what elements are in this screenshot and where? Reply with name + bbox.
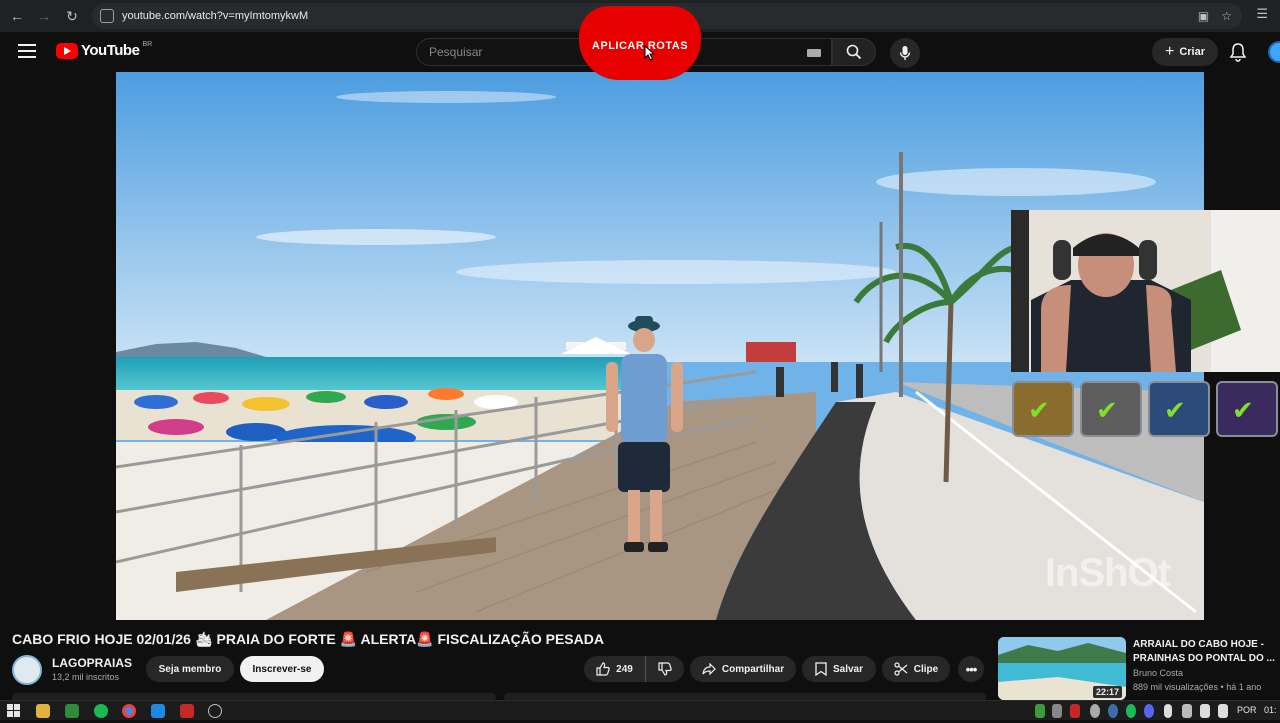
settings-gear-icon[interactable] <box>208 704 222 718</box>
windows-start-icon[interactable] <box>7 704 21 718</box>
tray-spotify-icon[interactable] <box>1126 704 1136 718</box>
media-app-icon[interactable] <box>180 704 194 718</box>
spotify-icon[interactable] <box>94 704 108 718</box>
create-label: Criar <box>1179 46 1206 58</box>
scissors-icon <box>894 662 908 676</box>
create-button[interactable]: + Criar <box>1152 38 1218 66</box>
hamburger-menu-icon[interactable] <box>18 44 36 58</box>
tray-discord-icon[interactable] <box>1144 704 1154 718</box>
streamer-figure <box>1011 210 1280 372</box>
taskbar-clock[interactable]: 01: <box>1264 705 1277 715</box>
tray-cloud-icon[interactable] <box>1090 704 1100 718</box>
like-count: 249 <box>616 663 633 675</box>
like-dislike-group: 249 <box>584 656 684 682</box>
route-thumb-4: ✔ <box>1216 381 1278 437</box>
reload-icon[interactable]: ↻ <box>58 2 86 30</box>
join-label: Seja membro <box>158 663 222 675</box>
save-label: Salvar <box>832 663 864 675</box>
search-placeholder: Pesquisar <box>429 45 483 59</box>
thumbs-down-icon <box>658 662 672 676</box>
route-thumb-1: ✔ <box>1012 381 1074 437</box>
join-button[interactable]: Seja membro <box>146 656 234 682</box>
checkmark-icon: ✔ <box>1164 395 1186 425</box>
inshot-watermark: InShOt <box>1044 551 1171 595</box>
checkmark-icon: ✔ <box>1232 395 1254 425</box>
save-playlist-icon <box>815 662 827 676</box>
subscriber-count: 13,2 mil inscritos <box>52 672 120 682</box>
plus-icon: + <box>1164 43 1175 60</box>
clip-label: Clipe <box>913 663 939 675</box>
tray-usb-icon[interactable] <box>1182 704 1192 718</box>
subscribe-button[interactable]: Inscrever-se <box>240 656 324 682</box>
up-next-title[interactable]: ARRAIAL DO CABO HOJE - PRAINHAS DO PONTA… <box>1133 638 1278 666</box>
more-dots-icon: ••• <box>965 661 978 677</box>
youtube-play-icon <box>56 42 78 59</box>
keyboard-icon[interactable] <box>807 49 821 57</box>
microphone-icon <box>899 46 911 60</box>
account-avatar[interactable] <box>1268 41 1280 63</box>
cast-icon[interactable]: ▣ <box>1198 9 1209 23</box>
channel-avatar[interactable] <box>12 655 42 685</box>
route-thumb-2: ✔ <box>1080 381 1142 437</box>
share-label: Compartilhar <box>721 663 785 675</box>
thumbs-up-icon <box>596 662 610 676</box>
overlay-thumbnails: ✔ ✔ ✔ ✔ <box>1012 381 1280 437</box>
tray-volume-icon[interactable] <box>1218 704 1228 718</box>
dislike-button[interactable] <box>646 656 684 682</box>
like-button[interactable]: 249 <box>584 656 646 682</box>
forward-icon[interactable]: → <box>30 2 58 30</box>
tray-app-icon[interactable] <box>1035 704 1045 718</box>
route-thumb-3: ✔ <box>1148 381 1210 437</box>
more-actions-button[interactable]: ••• <box>958 656 984 682</box>
save-button[interactable]: Salvar <box>802 656 876 682</box>
subscribe-label: Inscrever-se <box>252 663 312 675</box>
share-icon <box>702 663 716 675</box>
url-text: youtube.com/watch?v=myImtomykwM <box>122 10 309 22</box>
up-next-channel[interactable]: Bruno Costa <box>1133 668 1183 678</box>
search-button[interactable] <box>832 38 876 66</box>
bookmark-star-icon[interactable]: ☆ <box>1221 9 1232 23</box>
vpn-icon[interactable] <box>151 704 165 718</box>
chrome-icon[interactable] <box>122 704 136 718</box>
back-icon[interactable]: ← <box>3 2 31 30</box>
browser-menu-icon[interactable]: ☰ <box>1256 6 1268 22</box>
youtube-logo[interactable]: YouTube BR <box>56 41 153 59</box>
tray-mic-icon[interactable] <box>1164 704 1172 718</box>
streamer-facecam <box>1011 210 1280 372</box>
file-explorer-icon[interactable] <box>36 704 50 718</box>
tray-record-icon[interactable] <box>1070 704 1080 718</box>
checkmark-icon: ✔ <box>1028 395 1050 425</box>
up-next-duration: 22:17 <box>1092 686 1122 698</box>
search-icon <box>846 44 862 60</box>
voice-search-button[interactable] <box>890 38 920 68</box>
share-button[interactable]: Compartilhar <box>690 656 796 682</box>
site-info-icon[interactable] <box>100 9 114 23</box>
windows-taskbar: POR 01: <box>0 700 1280 720</box>
channel-name[interactable]: LAGOPRAIAS <box>52 656 132 670</box>
video-title: CABO FRIO HOJE 02/01/26 🛳 PRAIA DO FORTE… <box>12 631 604 647</box>
overlay-text: APLICAR ROTAS <box>591 40 689 52</box>
up-next-meta: 889 mil visualizações • há 1 ano <box>1133 682 1262 692</box>
tray-network-icon[interactable] <box>1052 704 1062 718</box>
clip-button[interactable]: Clipe <box>882 656 950 682</box>
notifications-bell-icon[interactable] <box>1229 42 1247 67</box>
tray-steam-icon[interactable] <box>1108 704 1118 718</box>
keyboard-language[interactable]: POR <box>1237 705 1257 715</box>
country-code: BR <box>142 41 153 48</box>
tray-wifi-icon[interactable] <box>1200 704 1210 718</box>
checkmark-icon: ✔ <box>1096 395 1118 425</box>
up-next-thumbnail[interactable]: 22:17 <box>998 637 1126 700</box>
app-icon[interactable] <box>65 704 79 718</box>
logo-text: YouTube <box>81 42 140 59</box>
